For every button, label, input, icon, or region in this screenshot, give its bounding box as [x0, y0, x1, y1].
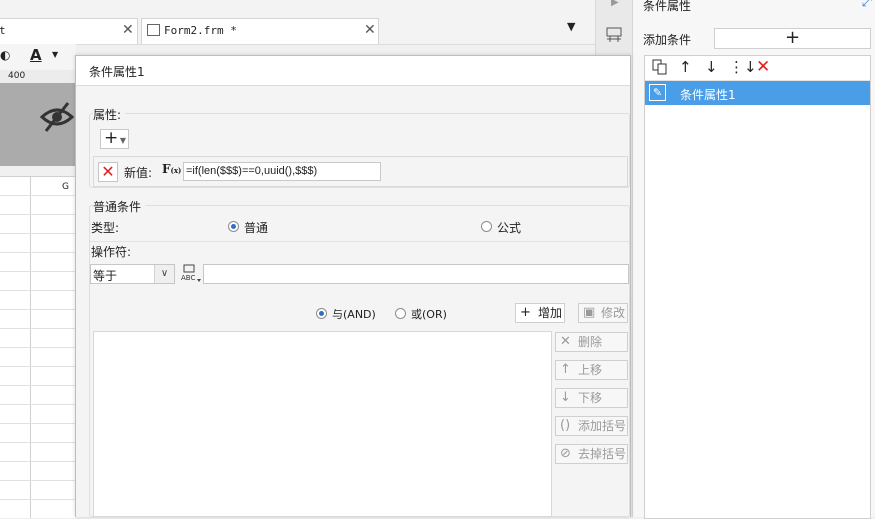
editor-tab-bar: t ✕ Form2.frm * ✕ ▼ — [0, 0, 595, 45]
hidden-widget — [0, 83, 76, 166]
plus-icon: + — [520, 305, 531, 320]
add-attribute-button[interactable]: + ▼ — [100, 129, 129, 149]
formula-input[interactable]: =if(len($$$)==0,uuid(),$$$) — [183, 162, 381, 181]
condition-list: ↑ ↓ ⋮↓ ✕ ✎ 条件属性1 — [644, 55, 871, 519]
play-icon[interactable]: ▶ — [611, 0, 619, 8]
copy-icon[interactable] — [652, 59, 668, 75]
arrow-up-icon: ↑ — [560, 362, 571, 377]
type-normal-radio[interactable] — [228, 221, 239, 232]
formula-icon[interactable]: F(x) — [162, 162, 181, 176]
type-formula-radio[interactable] — [481, 221, 492, 232]
condition-item-label: 条件属性1 — [680, 88, 736, 102]
tab-menu-icon[interactable]: ▼ — [567, 20, 575, 33]
condition-item-selected[interactable]: ✎ 条件属性1 — [645, 81, 870, 105]
parenthesis-icon: () — [560, 418, 571, 433]
close-icon: ✕ — [560, 334, 571, 349]
dialog-body: 属性: + ▼ ✕ 新值: F(x) =if(len($$$)==0,uuid()… — [76, 85, 630, 517]
add-button[interactable]: + 增加 — [515, 303, 565, 323]
logic-and-radio[interactable] — [316, 308, 327, 319]
remove-parenthesis-label: 去掉括号 — [578, 447, 627, 461]
eye-hidden-icon — [40, 102, 74, 132]
move-down-icon[interactable]: ↓ — [705, 58, 718, 76]
editor-toolbar: ◐ A ▼ — [0, 44, 76, 70]
type-normal-label[interactable]: 普通 — [244, 219, 268, 236]
remove-parenthesis-button[interactable]: ⊘ 去掉括号 — [555, 444, 628, 464]
condition-panel: 条件属性 ⤢ 添加条件 + ↑ ↓ ⋮↓ ✕ ✎ 条件属性1 — [632, 0, 875, 519]
add-parenthesis-button[interactable]: () 添加括号 — [555, 416, 628, 436]
condition-value-input[interactable] — [203, 264, 629, 284]
close-icon[interactable]: ✕ — [122, 22, 134, 38]
logic-or-label[interactable]: 或(OR) — [411, 306, 447, 322]
close-icon[interactable]: ✕ — [364, 22, 376, 38]
type-label: 类型: — [91, 221, 120, 235]
delete-button[interactable]: ✕ 删除 — [555, 332, 628, 352]
operator-label: 操作符: — [91, 245, 132, 259]
form-file-icon — [147, 24, 160, 36]
move-up-button-label: 上移 — [578, 363, 603, 377]
column-header: G — [62, 182, 69, 192]
remove-attribute-button[interactable]: ✕ — [98, 162, 118, 182]
condition-dialog: 条件属性1 属性: + ▼ ✕ 新值: F(x) =if(len($$$)==0,… — [75, 55, 631, 517]
new-value-label: 新值: — [124, 166, 153, 180]
editor-tab-form2-label: Form2.frm * — [164, 24, 237, 37]
delete-icon[interactable]: ✕ — [756, 58, 770, 76]
font-color-icon[interactable]: A — [30, 46, 42, 64]
attribute-label: 属性: — [93, 106, 126, 123]
logic-and-label[interactable]: 与(AND) — [332, 306, 376, 322]
format-icon[interactable]: ◐ — [0, 48, 10, 62]
modify-button-label: 修改 — [601, 306, 626, 320]
spreadsheet-grid: G — [0, 176, 76, 518]
move-down-button-label: 下移 — [578, 391, 603, 405]
edit-pencil-icon[interactable]: ✎ — [649, 84, 666, 101]
editor-tab-1[interactable]: t ✕ — [0, 18, 138, 44]
operator-value: 等于 — [93, 269, 118, 283]
panel-title: 条件属性 — [643, 0, 692, 13]
remove-parenthesis-icon: ⊘ — [560, 446, 571, 461]
ruler: 400 — [0, 70, 76, 84]
operator-select[interactable]: 等于 ∨ — [90, 264, 175, 284]
add-condition-button[interactable]: + — [714, 28, 871, 49]
chevron-down-icon[interactable]: ▼ — [52, 50, 58, 59]
attribute-row: ✕ 新值: F(x) =if(len($$$)==0,uuid(),$$$) — [93, 156, 628, 187]
common-condition-label: 普通条件 — [93, 198, 146, 215]
add-parenthesis-label: 添加括号 — [578, 419, 627, 433]
add-condition-label: 添加条件 — [643, 33, 692, 47]
divider — [90, 241, 630, 242]
move-down-button[interactable]: ↓ 下移 — [555, 388, 628, 408]
logic-or-radio[interactable] — [395, 308, 406, 319]
add-button-label: 增加 — [538, 306, 563, 320]
modify-button[interactable]: ▣ 修改 — [578, 303, 628, 323]
move-up-icon[interactable]: ↑ — [679, 58, 692, 76]
delete-button-label: 删除 — [578, 335, 603, 349]
condition-expression-list[interactable] — [93, 331, 552, 517]
value-type-icon[interactable]: ABC — [180, 264, 202, 284]
arrow-down-icon: ↓ — [560, 390, 571, 405]
modify-icon: ▣ — [583, 305, 596, 320]
move-bottom-icon[interactable]: ⋮↓ — [729, 58, 757, 76]
dialog-title: 条件属性1 — [89, 65, 145, 79]
condition-toolbar: ↑ ↓ ⋮↓ ✕ — [645, 56, 870, 81]
chevron-down-icon[interactable]: ∨ — [154, 265, 174, 283]
type-formula-label[interactable]: 公式 — [497, 219, 521, 236]
svg-text:ABC: ABC — [181, 274, 195, 282]
expand-icon[interactable]: ⤢ — [862, 0, 872, 10]
chevron-down-icon: ▼ — [119, 136, 126, 145]
move-up-button[interactable]: ↑ 上移 — [555, 360, 628, 380]
ruler-label: 400 — [8, 71, 26, 81]
editor-tab-form2[interactable]: Form2.frm * ✕ — [141, 18, 379, 44]
widget-layout-icon[interactable] — [606, 27, 622, 43]
editor-tab-1-label: t — [0, 24, 6, 37]
